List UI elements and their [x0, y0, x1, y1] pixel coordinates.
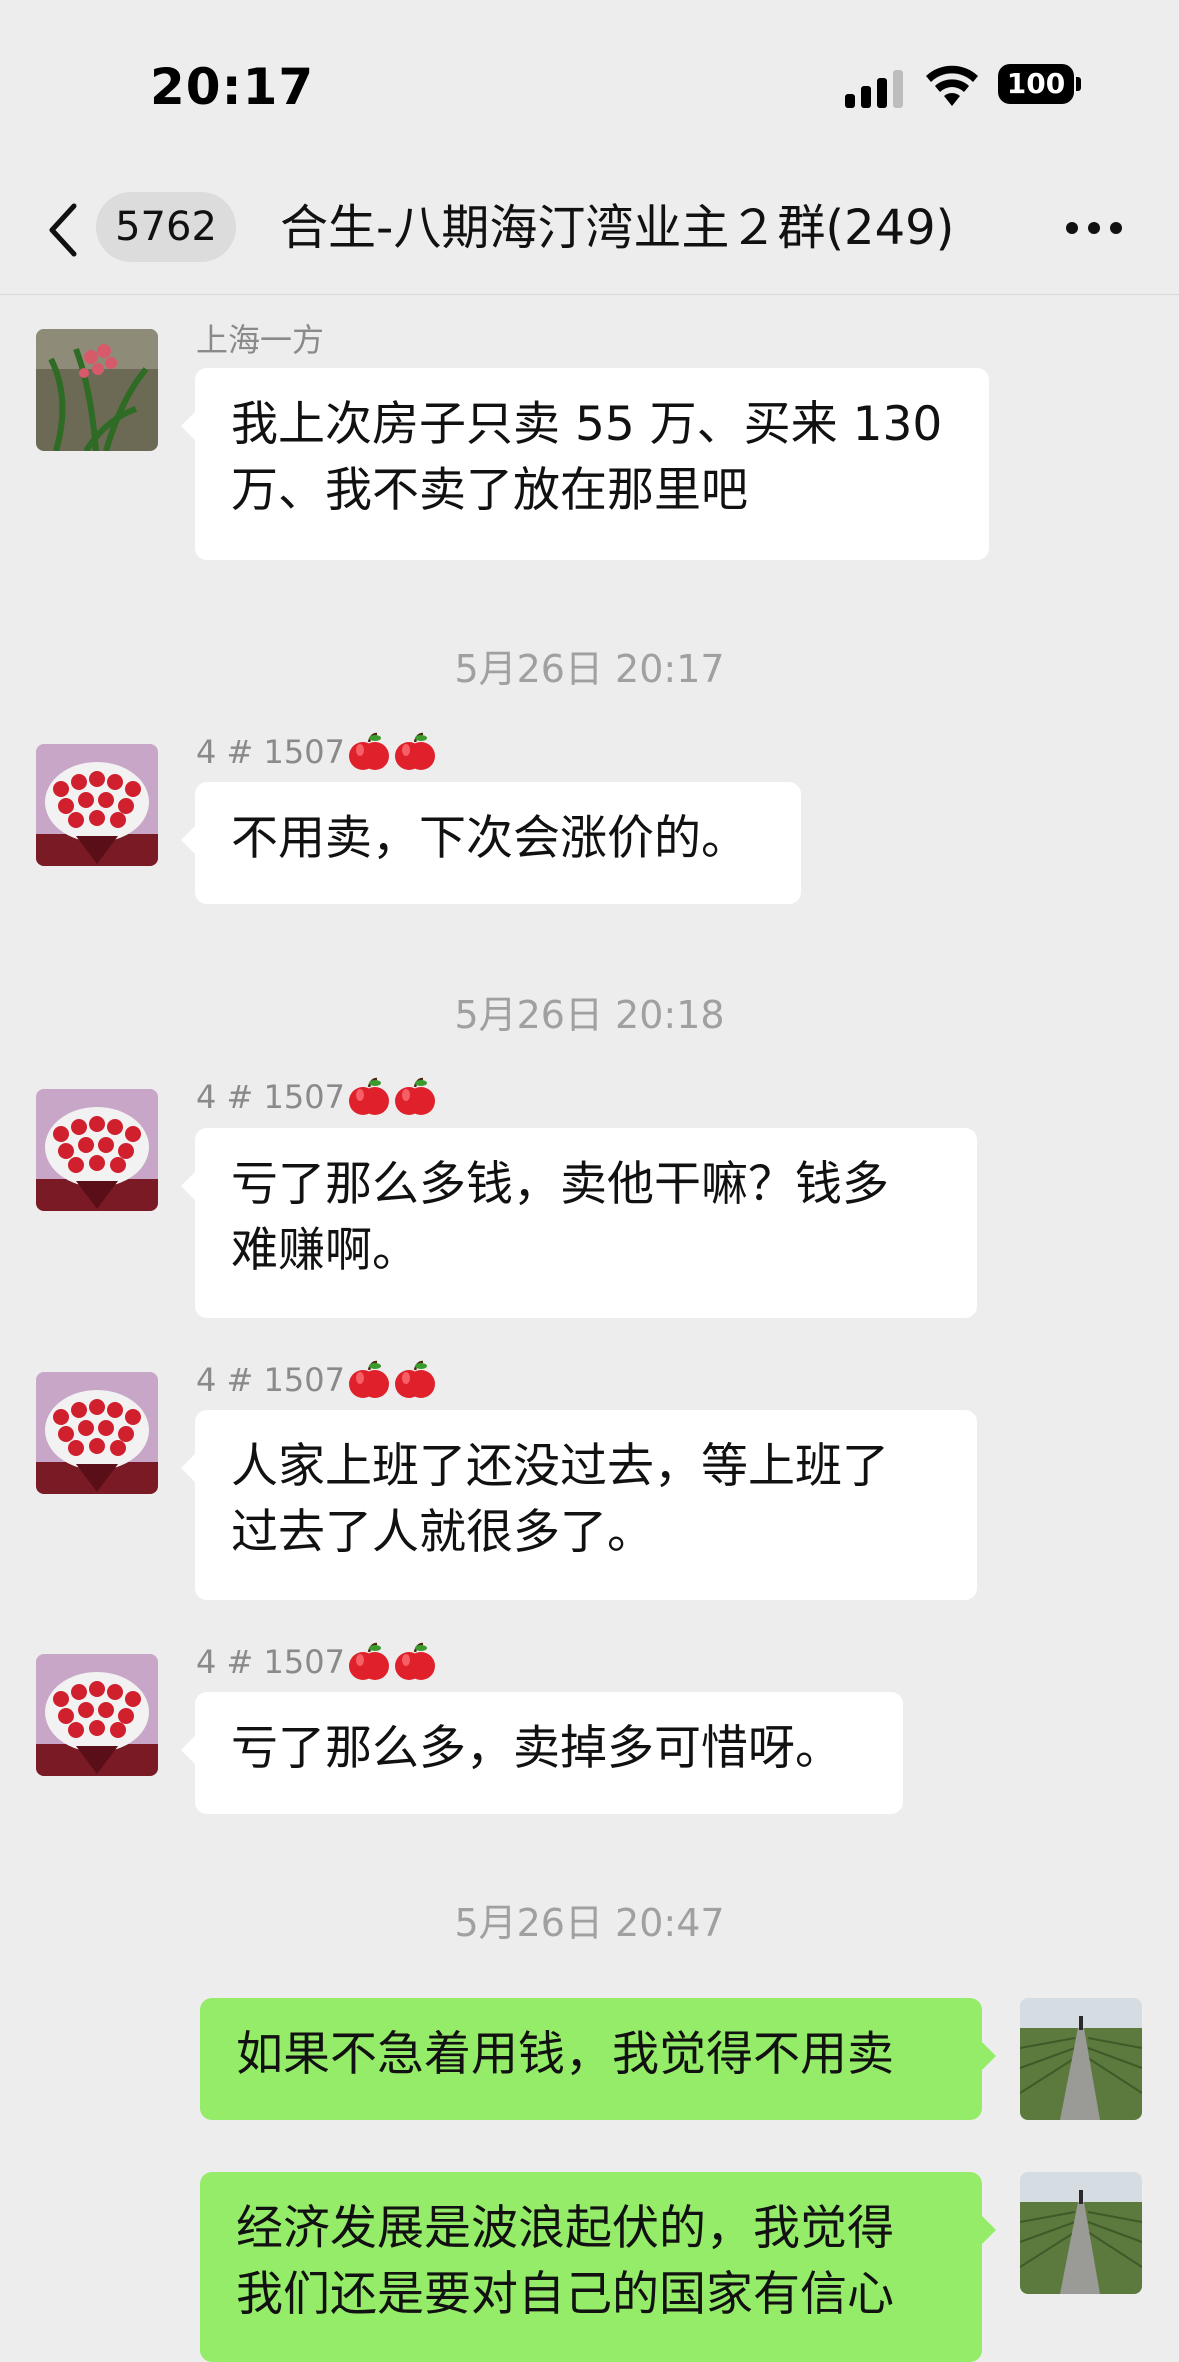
- chevron-left-icon[interactable]: [44, 200, 84, 260]
- message-bubble[interactable]: 亏了那么多，卖掉多可惜呀。: [181, 1692, 903, 1814]
- sender-name: 4 # 1507: [196, 1078, 345, 1116]
- message-text: 亏了那么多，卖掉多可惜呀。: [231, 1721, 842, 1776]
- apple-icon: [347, 730, 391, 774]
- avatar[interactable]: [36, 1654, 158, 1776]
- apple-icon: [393, 1358, 437, 1402]
- message-bubble[interactable]: 我上次房子只卖 55 万、买来 130 万、我不卖了放在那里吧: [181, 368, 989, 560]
- apple-icon: [347, 1075, 391, 1119]
- message-text-line: 难赚啊。: [231, 1223, 419, 1278]
- ellipsis-icon[interactable]: [1064, 220, 1124, 236]
- avatar[interactable]: [36, 1089, 158, 1211]
- sender-name: 4 # 1507: [196, 733, 345, 771]
- message-text-line: 万、我不卖了放在那里吧: [231, 463, 748, 518]
- message-bubble[interactable]: 不用卖，下次会涨价的。: [181, 782, 801, 904]
- wifi-icon: [926, 65, 978, 106]
- apple-icon: [347, 1358, 391, 1402]
- apple-icon: [393, 1640, 437, 1684]
- avatar[interactable]: [36, 744, 158, 866]
- status-time: 20:17: [150, 58, 315, 116]
- sender-name: 4 # 1507: [196, 1643, 345, 1681]
- sender-row: 4 # 1507: [196, 1640, 437, 1684]
- battery-level: 100: [998, 64, 1074, 104]
- timestamp: 5月26日 20:47: [454, 1901, 725, 1945]
- message-text-line: 人家上班了还没过去，等上班了: [231, 1439, 889, 1494]
- apple-icon: [393, 1075, 437, 1119]
- message-text-line: 亏了那么多钱，卖他干嘛？钱多: [231, 1157, 889, 1212]
- avatar[interactable]: [36, 329, 158, 451]
- sender-name: 4 # 1507: [196, 1361, 345, 1399]
- apple-icon: [393, 730, 437, 774]
- apple-icon: [347, 1640, 391, 1684]
- my-avatar[interactable]: [1020, 2172, 1142, 2294]
- avatar[interactable]: [36, 1372, 158, 1494]
- sender-row: 4 # 1507: [196, 1075, 437, 1119]
- message-text-line: 过去了人就很多了。: [231, 1505, 654, 1560]
- my-avatar[interactable]: [1020, 1998, 1142, 2120]
- timestamp: 5月26日 20:18: [454, 993, 725, 1037]
- chat-header: 5762 合生-八期海汀湾业主２群(249): [0, 170, 1179, 295]
- timestamp: 5月26日 20:17: [454, 647, 725, 691]
- cellular-signal-icon: [845, 70, 903, 108]
- unread-count-badge[interactable]: 5762: [96, 192, 236, 262]
- sender-row: 4 # 1507: [196, 730, 437, 774]
- my-message-bubble[interactable]: 如果不急着用钱，我觉得不用卖: [200, 1998, 996, 2120]
- sender-name: 上海一方: [196, 321, 325, 359]
- message-text: 如果不急着用钱，我觉得不用卖: [236, 2027, 894, 2082]
- status-bar: 20:17 100: [0, 0, 1179, 170]
- message-bubble[interactable]: 亏了那么多钱，卖他干嘛？钱多 难赚啊。: [181, 1128, 977, 1318]
- message-text-line: 我上次房子只卖 55 万、买来 130: [231, 397, 943, 452]
- message-text-line: 经济发展是波浪起伏的，我觉得: [236, 2201, 894, 2256]
- message-bubble[interactable]: 人家上班了还没过去，等上班了 过去了人就很多了。: [181, 1410, 977, 1600]
- message-text-line: 我们还是要对自己的国家有信心: [236, 2267, 894, 2322]
- message-text: 不用卖，下次会涨价的。: [231, 811, 748, 866]
- sender-row: 4 # 1507: [196, 1358, 437, 1402]
- battery-icon: 100: [998, 64, 1082, 104]
- my-message-bubble[interactable]: 经济发展是波浪起伏的，我觉得 我们还是要对自己的国家有信心: [200, 2172, 996, 2362]
- chat-title: 合生-八期海汀湾业主２群(249): [280, 200, 955, 256]
